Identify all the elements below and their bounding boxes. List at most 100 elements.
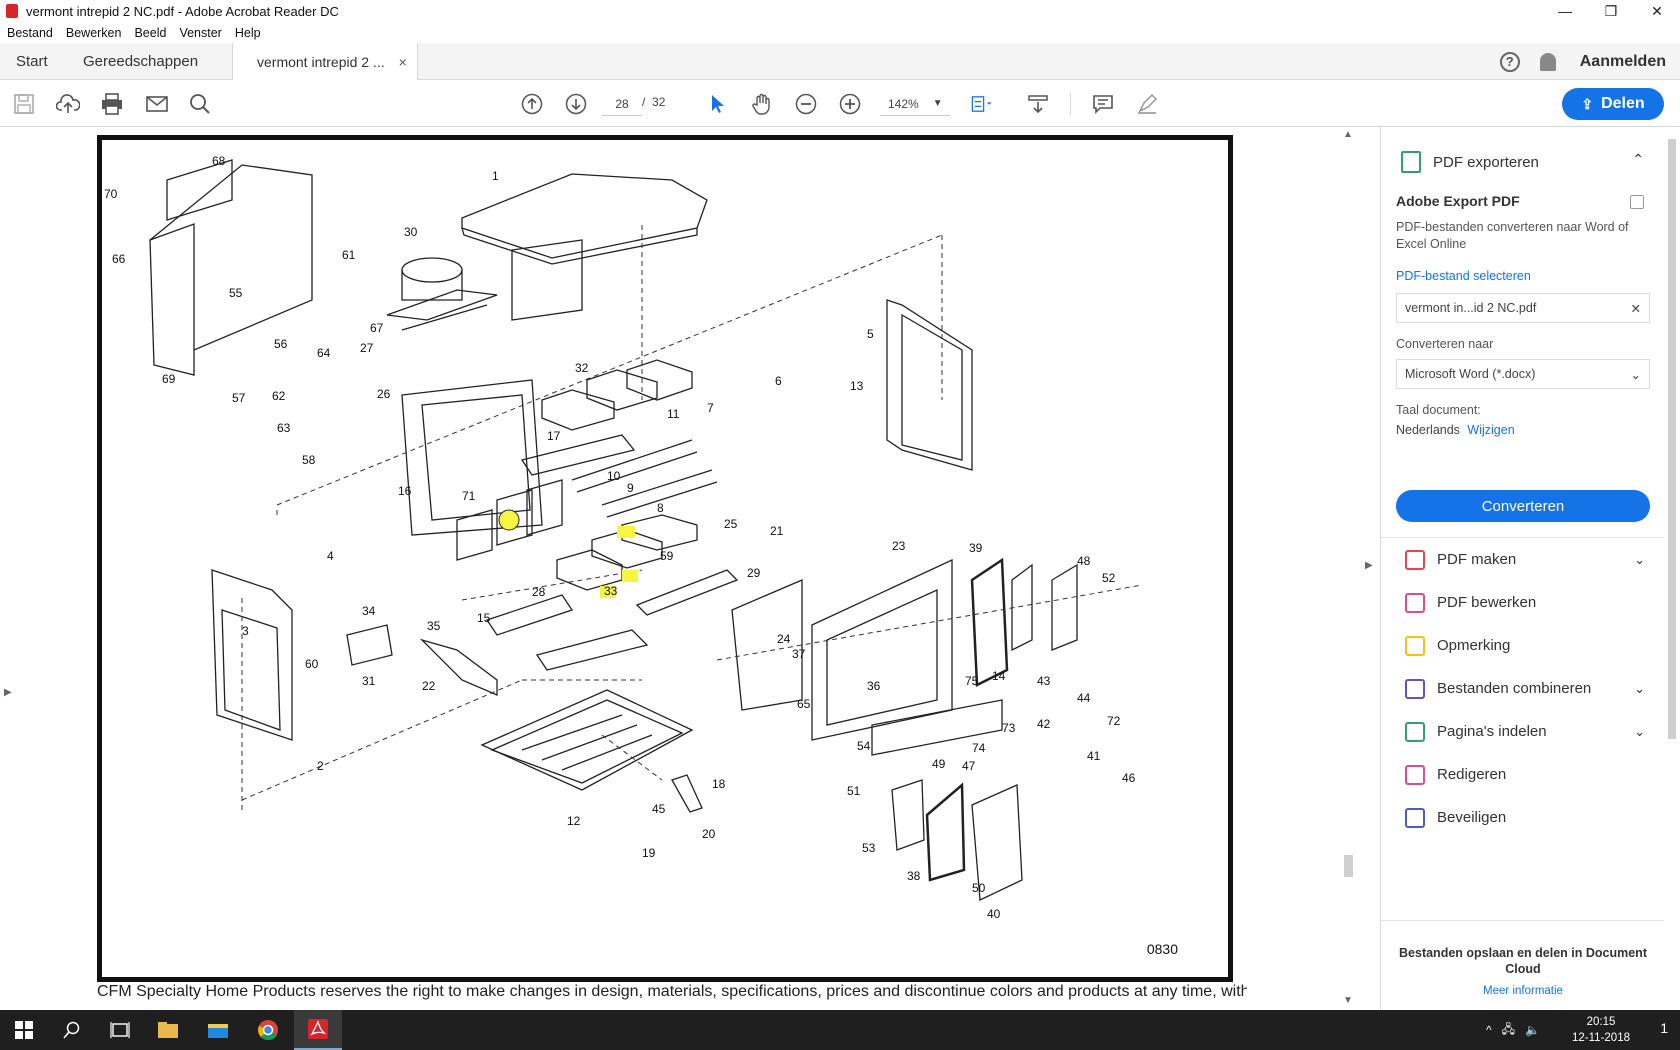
tool-item[interactable]: Beveiligen — [1381, 796, 1665, 839]
part-callout: 36 — [867, 679, 881, 693]
tab-bar: Start Gereedschappen vermont intrepid 2 … — [0, 43, 1680, 81]
file-explorer-icon[interactable] — [194, 1010, 242, 1050]
help-icon[interactable]: ? — [1499, 51, 1520, 72]
taskbar-search-icon[interactable] — [48, 1010, 96, 1050]
convert-to-select[interactable]: Microsoft Word (*.docx) ⌄ — [1396, 359, 1650, 389]
scroll-up-icon[interactable]: ▲ — [1343, 129, 1353, 140]
part-callout: 11 — [667, 407, 680, 421]
selected-file-field[interactable]: vermont in...id 2 NC.pdf ✕ — [1396, 293, 1650, 323]
part-callout: 38 — [907, 869, 921, 883]
menu-bar: Bestand Bewerken Beeld Venster Help — [0, 22, 1680, 43]
convert-button[interactable]: Converteren — [1396, 490, 1650, 522]
left-panel-toggle-icon[interactable]: ▶ — [4, 687, 12, 698]
part-callout: 67 — [370, 321, 384, 335]
task-view-icon[interactable] — [96, 1010, 144, 1050]
tools-pane-scroll-thumb[interactable] — [1668, 139, 1676, 739]
language-change-link[interactable]: Wijzigen — [1467, 423, 1514, 437]
menu-bestand[interactable]: Bestand — [7, 26, 53, 40]
tool-item[interactable]: Bestanden combineren ⌄ — [1381, 667, 1665, 710]
export-pdf-header[interactable]: PDF exporteren — [1401, 151, 1539, 173]
scroll-mode-icon[interactable] — [1026, 92, 1050, 116]
clear-file-icon[interactable]: ✕ — [1631, 301, 1641, 316]
convert-to-label: Converteren naar — [1396, 337, 1494, 351]
tray-chevron-icon[interactable]: ^ — [1486, 1023, 1492, 1037]
zoom-select[interactable]: 142% ▼ — [880, 92, 950, 116]
fit-page-icon[interactable] — [970, 92, 994, 116]
volume-icon[interactable]: 🔈 — [1525, 1023, 1540, 1037]
tool-icon — [1405, 807, 1425, 828]
tool-item[interactable]: Opmerking — [1381, 624, 1665, 667]
menu-venster[interactable]: Venster — [179, 26, 221, 40]
tool-item[interactable]: PDF maken ⌄ — [1381, 538, 1665, 581]
windows-start-icon[interactable] — [0, 1010, 48, 1050]
part-callout: 42 — [1037, 717, 1051, 731]
minimize-button[interactable]: — — [1542, 0, 1588, 22]
menu-help[interactable]: Help — [235, 26, 261, 40]
part-callout: 30 — [404, 225, 418, 239]
email-icon[interactable] — [145, 92, 169, 116]
share-button[interactable]: ⇪ Delen — [1562, 88, 1664, 120]
tool-item[interactable]: Redigeren — [1381, 753, 1665, 796]
tab-document[interactable]: vermont intrepid 2 ... × — [232, 43, 418, 81]
part-callout: 70 — [104, 187, 118, 201]
hand-tool-icon[interactable] — [750, 92, 774, 116]
tab-close-icon[interactable]: × — [399, 54, 407, 70]
search-icon[interactable] — [188, 92, 212, 116]
tool-label: Pagina's indelen — [1437, 723, 1547, 740]
zoom-in-icon[interactable] — [838, 92, 862, 116]
document-scrollbar[interactable]: ▲ ▼ — [1340, 127, 1357, 1010]
comment-icon[interactable] — [1091, 92, 1115, 116]
chevron-down-icon[interactable]: ⌄ — [1634, 681, 1645, 697]
tab-tools[interactable]: Gereedschappen — [83, 43, 198, 80]
part-callout: 32 — [575, 361, 589, 375]
language-label: Taal document: — [1396, 403, 1481, 417]
part-callout: 43 — [1037, 674, 1051, 688]
part-callout: 9 — [627, 481, 634, 495]
highlight-pen-icon[interactable] — [1135, 92, 1159, 116]
menu-beeld[interactable]: Beeld — [134, 26, 166, 40]
network-icon[interactable]: 🖧 — [1502, 1020, 1515, 1041]
signin-link[interactable]: Aanmelden — [1580, 53, 1666, 71]
more-info-link[interactable]: Meer informatie — [1381, 985, 1665, 997]
menu-bewerken[interactable]: Bewerken — [66, 26, 122, 40]
bell-icon[interactable] — [1539, 52, 1556, 71]
scroll-down-icon[interactable]: ▼ — [1343, 995, 1353, 1006]
part-callout: 20 — [702, 827, 716, 841]
print-icon[interactable] — [100, 92, 124, 116]
close-window-button[interactable]: ✕ — [1634, 0, 1680, 22]
document-viewer[interactable]: ▶ 1 2 3 4 5 6 7 8 9 10 11 12 13 14 15 16… — [0, 127, 1367, 1010]
notification-count: 1 — [1660, 1020, 1668, 1036]
collapse-chevron-icon[interactable]: ⌃ — [1632, 151, 1644, 168]
chevron-down-icon[interactable]: ⌄ — [1634, 724, 1645, 740]
notifications-icon[interactable]: 1 — [1660, 1020, 1668, 1036]
part-callout: 54 — [857, 739, 871, 753]
restore-button[interactable]: ❐ — [1588, 0, 1634, 22]
chevron-down-icon[interactable]: ⌄ — [1634, 552, 1645, 568]
page-number-input[interactable]: 28 — [602, 92, 642, 116]
tools-pane-scrollbar[interactable] — [1664, 127, 1680, 1010]
select-tool-icon[interactable] — [706, 92, 730, 116]
taskbar-clock[interactable]: 20:15 12-11-2018 — [1572, 1014, 1630, 1046]
upload-cloud-icon[interactable] — [56, 92, 80, 116]
window-title: vermont intrepid 2 NC.pdf - Adobe Acroba… — [26, 3, 339, 19]
scroll-thumb[interactable] — [1344, 855, 1353, 877]
tool-item[interactable]: Pagina's indelen ⌄ — [1381, 710, 1665, 753]
right-panel-toggle-icon[interactable]: ▶ — [1365, 560, 1373, 571]
part-callout: 34 — [362, 604, 376, 618]
save-icon[interactable] — [12, 92, 36, 116]
chrome-icon[interactable] — [244, 1010, 292, 1050]
taskbar-app-photos-icon[interactable] — [144, 1010, 192, 1050]
convert-to-value: Microsoft Word (*.docx) — [1405, 367, 1536, 381]
acrobat-taskbar-icon[interactable] — [294, 1010, 342, 1050]
previous-page-icon[interactable] — [520, 92, 544, 116]
copy-icon[interactable] — [1630, 195, 1644, 209]
part-callout: 64 — [317, 346, 331, 360]
tab-start[interactable]: Start — [16, 43, 48, 80]
tool-item[interactable]: PDF bewerken — [1381, 581, 1665, 624]
select-pdf-link[interactable]: PDF-bestand selecteren — [1396, 269, 1650, 283]
pdf-page: 1 2 3 4 5 6 7 8 9 10 11 12 13 14 15 16 17 18 19 20 21 22 23 24 2… — [97, 135, 1233, 982]
exploded-parts-diagram: 1234567891011121314151617181920212223242… — [104, 154, 1143, 921]
next-page-icon[interactable] — [564, 92, 588, 116]
zoom-out-icon[interactable] — [794, 92, 818, 116]
part-callout: 14 — [992, 669, 1006, 683]
